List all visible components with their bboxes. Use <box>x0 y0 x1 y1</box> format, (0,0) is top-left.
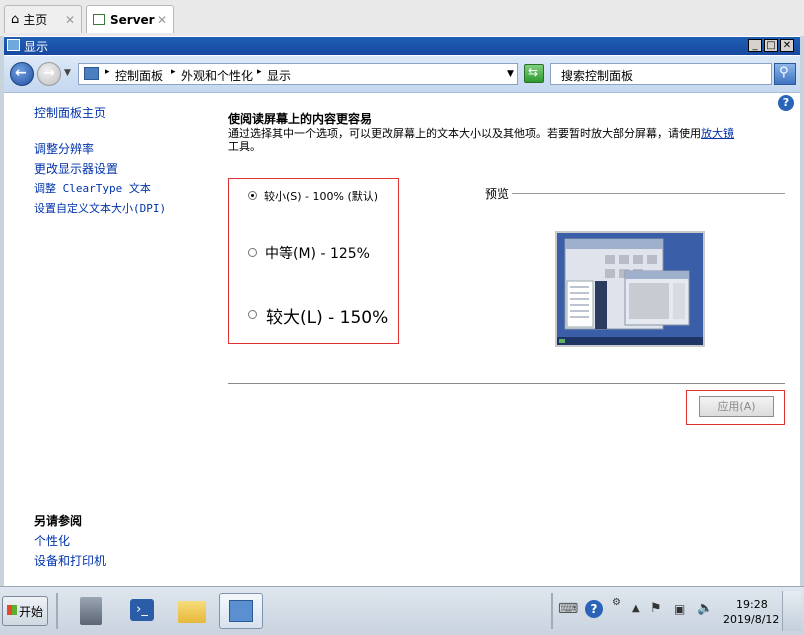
option-medium-label[interactable]: 中等(M) - 125% <box>265 243 370 263</box>
server-manager-taskbar-button[interactable] <box>68 593 112 629</box>
breadcrumb-appearance[interactable]: 外观和个性化 <box>181 67 253 84</box>
preview-thumbnail <box>557 233 703 345</box>
minimize-button[interactable]: _ <box>748 39 762 52</box>
search-input[interactable]: 搜索控制面板 <box>550 63 772 85</box>
tab-home[interactable]: ⌂ 主页 ✕ <box>4 5 82 33</box>
start-label: 开始 <box>19 605 44 619</box>
tray-separator <box>551 593 553 629</box>
keyboard-icon[interactable]: ⌨ <box>558 601 578 617</box>
address-dropdown-icon[interactable]: ▼ <box>507 69 514 79</box>
control-panel-icon <box>84 67 99 80</box>
content-divider <box>228 383 785 384</box>
browser-tab-strip: ⌂ 主页 ✕ Server ✕ <box>0 0 804 37</box>
forward-button[interactable]: → <box>37 62 61 86</box>
see-also-section: 另请参阅 个性化 设备和打印机 <box>34 511 106 571</box>
windows-logo-icon <box>7 605 17 615</box>
navigation-bar: ← → ▼ ▸ 控制面板 ▸ 外观和个性化 ▸ 显示 ▼ ⇆ 搜索控制面板 ⚲ <box>4 56 800 93</box>
folder-icon <box>178 601 206 623</box>
clock-date[interactable]: 2019/8/12 <box>723 613 779 626</box>
start-button[interactable]: 开始 <box>2 596 48 626</box>
refresh-button[interactable]: ⇆ <box>524 64 544 83</box>
breadcrumb-chevron-icon[interactable]: ▸ <box>105 67 110 77</box>
server-manager-icon <box>80 597 102 625</box>
close-tab-server-icon[interactable]: ✕ <box>157 13 167 27</box>
taskbar: 开始 ›_ ⌨ ? ⚙ ▲ ⚑ ▣ 🔈 19:28 2019/8/12 <box>0 586 804 635</box>
apply-button-label: 应用(A) <box>717 400 756 413</box>
clock-time[interactable]: 19:28 <box>736 598 768 611</box>
display-app-icon <box>7 39 20 51</box>
refresh-icon: ⇆ <box>528 65 539 79</box>
taskbar-separator <box>56 593 58 629</box>
address-bar[interactable]: ▸ 控制面板 ▸ 外观和个性化 ▸ 显示 ▼ <box>78 63 518 85</box>
personalization-link[interactable]: 个性化 <box>34 531 106 551</box>
apply-button[interactable]: 应用(A) <box>699 396 774 417</box>
tab-server-label: Server <box>110 12 155 27</box>
see-also-heading: 另请参阅 <box>34 514 83 528</box>
control-panel-taskbar-button[interactable] <box>219 593 263 629</box>
back-button[interactable]: ← <box>10 62 34 86</box>
radio-medium[interactable] <box>248 248 257 257</box>
left-nav-links: 调整分辨率 更改显示器设置 调整 ClearType 文本 设置自定义文本大小(… <box>34 139 166 219</box>
search-placeholder: 搜索控制面板 <box>561 69 634 83</box>
option-larger-label[interactable]: 较大(L) - 150% <box>266 303 388 328</box>
page-heading: 使阅读屏幕上的内容更容易 <box>228 112 373 126</box>
title-bar[interactable]: 显示 _ □ ✕ <box>4 37 800 55</box>
page-description: 通过选择其中一个选项，可以更改屏幕上的文本大小以及其他项。若要暂时放大部分屏幕，… <box>228 127 784 153</box>
show-desktop-button[interactable] <box>782 591 801 631</box>
maximize-button[interactable]: □ <box>764 39 778 52</box>
help-icon[interactable]: ? <box>778 95 794 111</box>
breadcrumb-control-panel[interactable]: 控制面板 <box>115 67 163 84</box>
forward-arrow-icon: → <box>43 65 55 81</box>
cleartype-link[interactable]: 调整 ClearType 文本 <box>34 179 166 199</box>
custom-dpi-link[interactable]: 设置自定义文本大小(DPI) <box>34 199 166 219</box>
left-nav: 控制面板主页 <box>34 104 106 121</box>
show-hidden-icons-icon[interactable]: ▲ <box>632 603 640 614</box>
breadcrumb-display[interactable]: 显示 <box>267 67 291 84</box>
tab-home-label: 主页 <box>23 13 48 27</box>
preview-label: 预览 <box>485 187 510 201</box>
control-panel-home-link[interactable]: 控制面板主页 <box>34 104 106 121</box>
help-tray-icon[interactable]: ? <box>585 600 603 618</box>
description-text: 通过选择其中一个选项，可以更改屏幕上的文本大小以及其他项。若要暂时放大部分屏幕，… <box>228 127 701 140</box>
preview-divider <box>512 193 785 194</box>
window-title: 显示 <box>24 40 49 54</box>
search-button[interactable]: ⚲ <box>774 63 796 85</box>
server-tab-icon <box>93 14 105 25</box>
powershell-taskbar-button[interactable]: ›_ <box>120 593 164 629</box>
change-display-settings-link[interactable]: 更改显示器设置 <box>34 159 166 179</box>
control-panel-taskbar-icon <box>229 600 253 622</box>
preview-image <box>555 231 705 347</box>
description-text-end: 工具。 <box>228 140 261 153</box>
powershell-icon: ›_ <box>130 599 154 621</box>
radio-smaller[interactable] <box>248 191 257 200</box>
option-smaller-label[interactable]: 较小(S) - 100% (默认) <box>264 188 378 204</box>
breadcrumb-chevron-icon[interactable]: ▸ <box>257 67 262 77</box>
network-icon[interactable]: ▣ <box>674 602 685 616</box>
back-arrow-icon: ← <box>15 65 27 81</box>
ime-options-icon[interactable]: ⚙ <box>612 597 621 608</box>
volume-muted-icon[interactable]: 🔈 <box>697 601 713 616</box>
magnifier-link[interactable]: 放大镜 <box>701 127 734 140</box>
breadcrumb-chevron-icon[interactable]: ▸ <box>171 67 176 77</box>
explorer-taskbar-button[interactable] <box>170 593 214 629</box>
radio-larger[interactable] <box>248 310 257 319</box>
search-icon: ⚲ <box>779 65 789 80</box>
close-tab-home-icon[interactable]: ✕ <box>65 13 75 27</box>
close-button[interactable]: ✕ <box>780 39 794 52</box>
window-border-right <box>800 36 804 586</box>
action-center-flag-icon[interactable]: ⚑ <box>650 601 662 616</box>
window-border-left <box>0 36 4 586</box>
devices-printers-link[interactable]: 设备和打印机 <box>34 551 106 571</box>
adjust-resolution-link[interactable]: 调整分辨率 <box>34 139 166 159</box>
tab-server[interactable]: Server ✕ <box>86 5 174 33</box>
recent-pages-dropdown-icon[interactable]: ▼ <box>64 68 71 78</box>
home-icon: ⌂ <box>11 12 20 27</box>
